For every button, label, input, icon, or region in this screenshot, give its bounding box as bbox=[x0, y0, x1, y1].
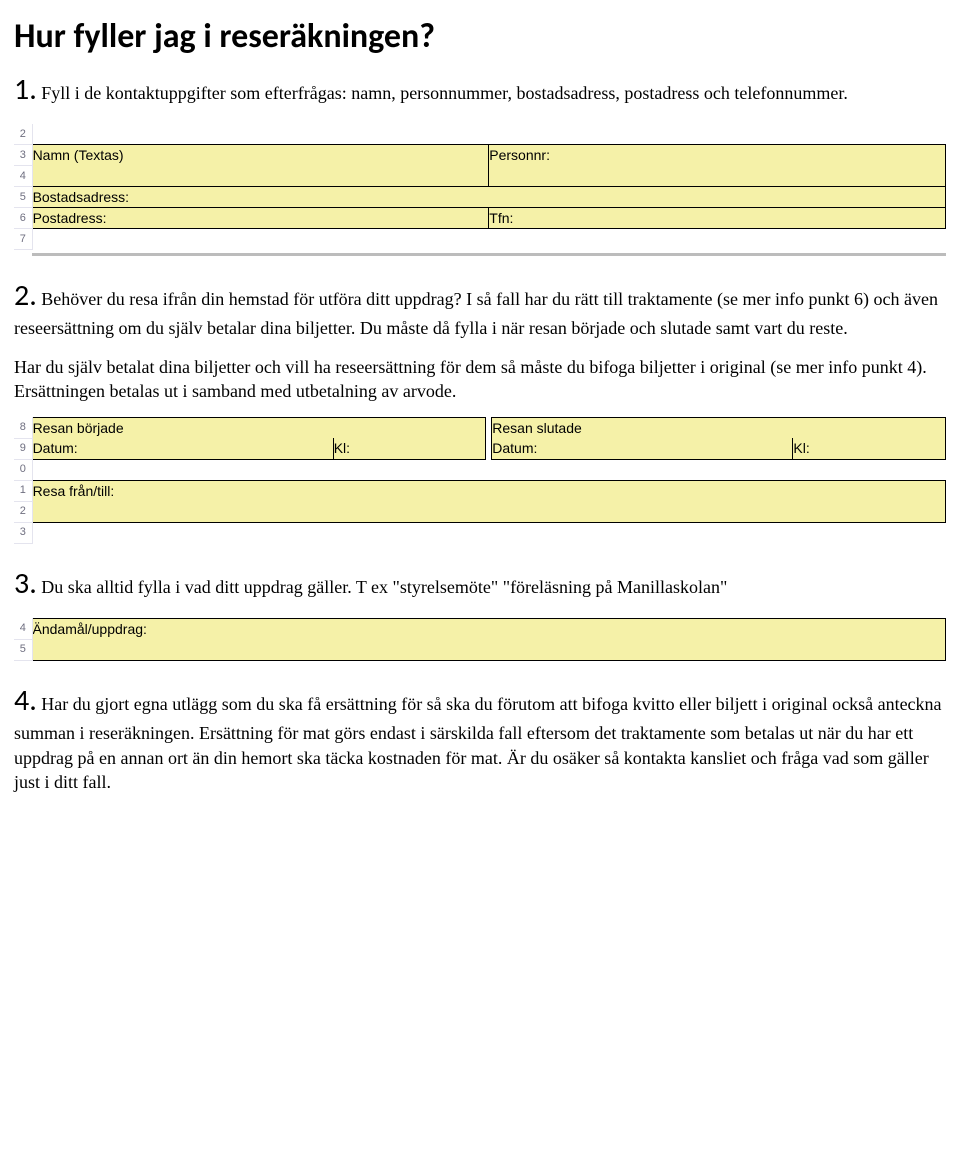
field-andamal-value[interactable] bbox=[32, 639, 946, 660]
step-3-text: 3. Du ska alltid fylla i vad ditt uppdra… bbox=[14, 564, 946, 605]
field-resa-fran-till-value[interactable] bbox=[32, 501, 945, 522]
row-number: 7 bbox=[14, 229, 32, 250]
step-4-text: 4. Har du gjort egna utlägg som du ska f… bbox=[14, 681, 946, 794]
field-bostadsadress-value[interactable] bbox=[489, 187, 946, 208]
field-slut-datum[interactable]: Datum: bbox=[492, 438, 793, 459]
field-start-kl[interactable]: Kl: bbox=[333, 438, 486, 459]
field-slut-kl[interactable]: Kl: bbox=[793, 438, 946, 459]
row-number: 0 bbox=[14, 459, 32, 480]
field-name-value[interactable] bbox=[32, 166, 489, 187]
row-number: 4 bbox=[14, 166, 32, 187]
step-2-text-a: 2. Behöver du resa ifrån din hemstad för… bbox=[14, 276, 946, 341]
row-number: 8 bbox=[14, 418, 32, 439]
field-start-datum[interactable]: Datum: bbox=[32, 438, 333, 459]
step-2-text-b: Har du själv betalat dina biljetter och … bbox=[14, 355, 946, 404]
field-resan-borjade: Resan började bbox=[32, 418, 333, 439]
field-resan-slutade: Resan slutade bbox=[492, 418, 793, 439]
page-title: Hur fyller jag i reseräkningen? bbox=[14, 14, 946, 60]
field-resa-fran-till[interactable]: Resa från/till: bbox=[32, 480, 945, 501]
step-2-number: 2. bbox=[14, 277, 37, 314]
field-personnr[interactable]: Personnr: bbox=[489, 145, 946, 166]
field-postadress[interactable]: Postadress: bbox=[32, 208, 489, 229]
purpose-field-table: 4 Ändamål/uppdrag: 5 bbox=[14, 618, 946, 661]
row-number: 9 bbox=[14, 438, 32, 459]
field-andamal[interactable]: Ändamål/uppdrag: bbox=[32, 619, 946, 640]
row-number: 6 bbox=[14, 208, 32, 229]
contact-fields-table: 2 3 Namn (Textas) Personnr: 4 5 Bostadsa… bbox=[14, 124, 946, 256]
row-number: 2 bbox=[14, 124, 32, 145]
row-number: 4 bbox=[14, 619, 32, 640]
step-1-text: 1. Fyll i de kontaktuppgifter som efterf… bbox=[14, 70, 946, 111]
step-4-number: 4. bbox=[14, 682, 37, 719]
field-personnr-value[interactable] bbox=[489, 166, 946, 187]
row-number: 5 bbox=[14, 187, 32, 208]
step-3-number: 3. bbox=[14, 565, 37, 602]
field-name[interactable]: Namn (Textas) bbox=[32, 145, 489, 166]
step-1-number: 1. bbox=[14, 71, 37, 108]
row-number: 2 bbox=[14, 501, 32, 522]
travel-fields-table: 8 Resan började Resan slutade 9 Datum: K… bbox=[14, 417, 946, 544]
row-number: 5 bbox=[14, 639, 32, 660]
field-tfn[interactable]: Tfn: bbox=[489, 208, 946, 229]
row-number: 3 bbox=[14, 522, 32, 543]
row-number: 3 bbox=[14, 145, 32, 166]
row-number: 1 bbox=[14, 480, 32, 501]
field-bostadsadress[interactable]: Bostadsadress: bbox=[32, 187, 489, 208]
